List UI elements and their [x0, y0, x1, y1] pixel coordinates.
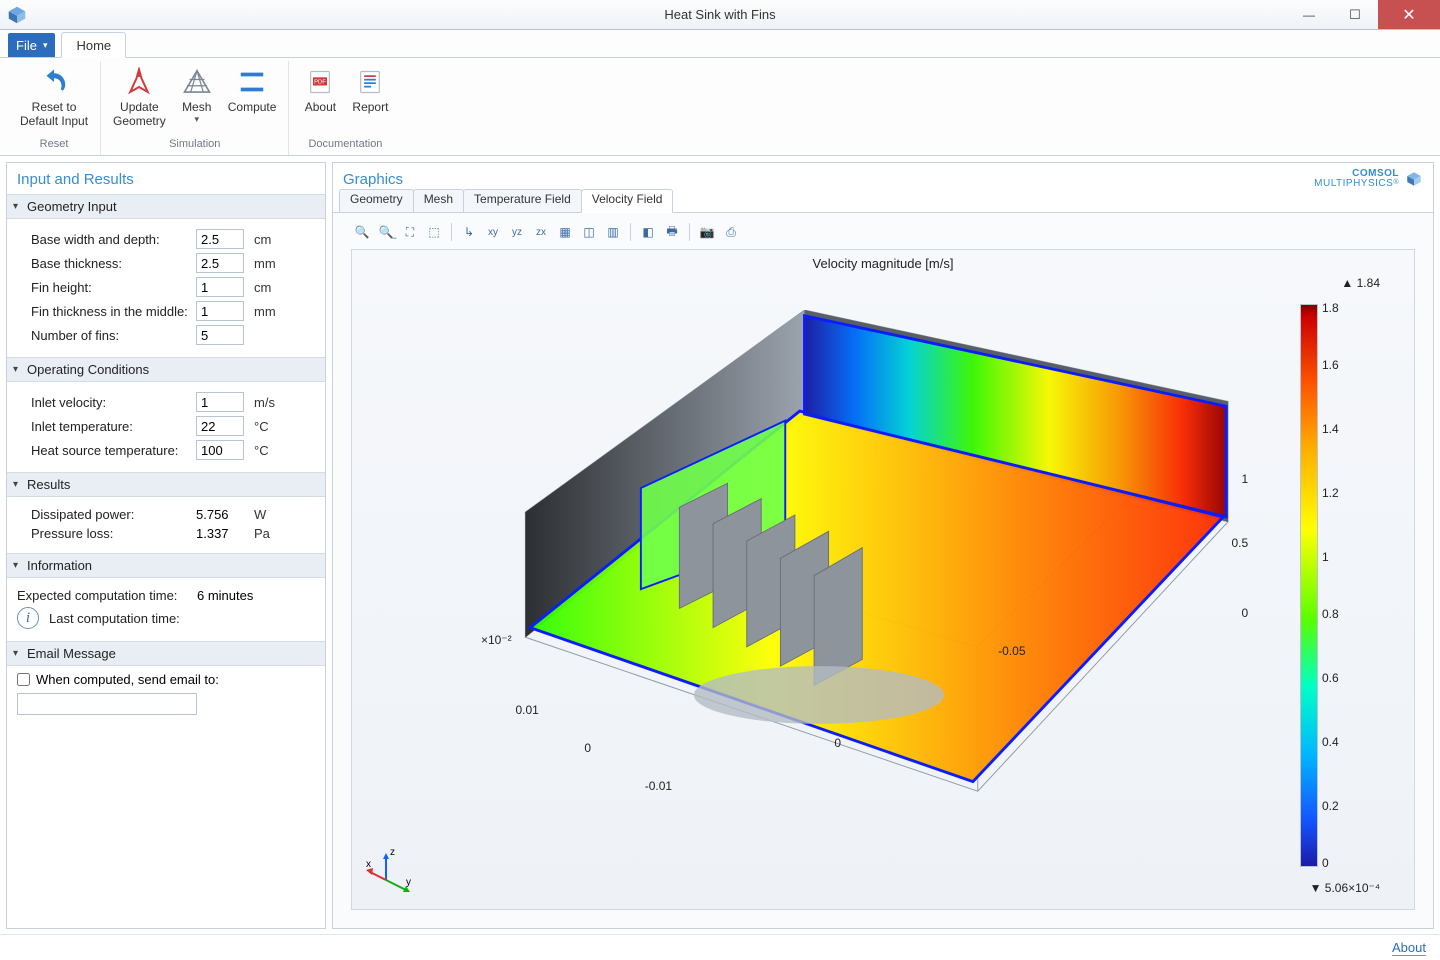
snapshot-icon[interactable]: 📷	[696, 221, 718, 243]
tab-mesh[interactable]: Mesh	[413, 189, 464, 213]
number-of-fins-input[interactable]	[196, 325, 244, 345]
mesh-icon	[180, 65, 214, 99]
maximize-button[interactable]: ☐	[1332, 0, 1378, 29]
left-panel-title: Input and Results	[7, 163, 325, 194]
file-menu[interactable]: File	[8, 33, 55, 57]
report-button[interactable]: Report	[345, 61, 395, 115]
zoom-extents-icon[interactable]: ⬚	[423, 221, 445, 243]
dissipated-power-value: 5.756	[196, 507, 244, 522]
axis-triad-icon: z y x	[366, 845, 416, 895]
wireframe-icon[interactable]: ▥	[602, 221, 624, 243]
section-operating-conditions[interactable]: ▾Operating Conditions	[7, 357, 325, 382]
compass-icon	[122, 65, 156, 99]
compute-button[interactable]: Compute	[222, 61, 283, 115]
zoom-in-icon[interactable]: 🔍	[351, 221, 373, 243]
graphics-toolbar: 🔍 🔍− ⛶ ⬚ ↳ xy yz zx ▦ ◫ ▥ ◧ 🖶 📷 ⎙	[351, 221, 742, 243]
about-link[interactable]: About	[1392, 940, 1426, 956]
chevron-down-icon: ▾	[194, 114, 199, 125]
compute-icon	[235, 65, 269, 99]
section-email[interactable]: ▾Email Message	[7, 641, 325, 666]
fin-thickness-input[interactable]	[196, 301, 244, 321]
select-icon[interactable]: ◧	[637, 221, 659, 243]
xy-view-icon[interactable]: xy	[482, 221, 504, 243]
svg-text:x: x	[366, 859, 371, 870]
svg-text:y: y	[406, 877, 411, 888]
mesh-button[interactable]: Mesh ▾	[172, 61, 222, 125]
scene-light-icon[interactable]: ▦	[554, 221, 576, 243]
input-results-panel: Input and Results ▾Geometry Input Base w…	[6, 162, 326, 929]
tab-geometry[interactable]: Geometry	[339, 189, 414, 213]
base-thickness-input[interactable]	[196, 253, 244, 273]
section-geometry-input[interactable]: ▾Geometry Input	[7, 194, 325, 219]
zoom-box-icon[interactable]: ⛶	[399, 221, 421, 243]
tab-temperature-field[interactable]: Temperature Field	[463, 189, 582, 213]
print-icon[interactable]: 🖶	[661, 221, 683, 243]
window-title: Heat Sink with Fins	[0, 7, 1440, 22]
inlet-temperature-input[interactable]	[196, 416, 244, 436]
tab-home[interactable]: Home	[61, 32, 126, 58]
about-button[interactable]: PDF About	[295, 61, 345, 115]
transparency-icon[interactable]: ◫	[578, 221, 600, 243]
undo-icon	[37, 65, 71, 99]
inlet-velocity-input[interactable]	[196, 392, 244, 412]
email-address-input[interactable]	[17, 693, 197, 715]
plot-area[interactable]: Velocity magnitude [m/s]	[351, 249, 1415, 910]
plot-title: Velocity magnitude [m/s]	[352, 256, 1414, 271]
base-width-depth-input[interactable]	[196, 229, 244, 249]
reset-to-default-button[interactable]: Reset to Default Input	[14, 61, 94, 129]
comsol-brand: COMSOL MULTIPHYSICS®	[1314, 169, 1423, 189]
pressure-loss-value: 1.337	[196, 526, 244, 541]
send-email-checkbox[interactable]	[17, 673, 30, 686]
pdf-icon: PDF	[303, 65, 337, 99]
section-information[interactable]: ▾Information	[7, 553, 325, 578]
zoom-out-icon[interactable]: 🔍−	[375, 221, 397, 243]
svg-text:z: z	[390, 847, 395, 858]
graphics-panel: Graphics COMSOL MULTIPHYSICS® Geometry M…	[332, 162, 1434, 929]
graphics-title: Graphics	[343, 171, 1314, 188]
minimize-button[interactable]: —	[1286, 0, 1332, 29]
report-icon	[353, 65, 387, 99]
colorbar: ▲ 1.84 ▼ 5.06×10⁻⁴ 0 0.2 0.4 0.6 0.8 1 1…	[1300, 296, 1380, 875]
yz-view-icon[interactable]: yz	[506, 221, 528, 243]
export-icon[interactable]: ⎙	[720, 221, 742, 243]
expected-time-value: 6 minutes	[197, 588, 253, 603]
update-geometry-button[interactable]: Update Geometry	[107, 61, 172, 129]
svg-text:PDF: PDF	[315, 80, 327, 86]
default-view-icon[interactable]: ↳	[458, 221, 480, 243]
heat-source-temperature-input[interactable]	[196, 440, 244, 460]
zx-view-icon[interactable]: zx	[530, 221, 552, 243]
close-button[interactable]: ✕	[1378, 0, 1440, 29]
ribbon: Reset to Default Input Reset Update Geom…	[0, 58, 1440, 156]
render-3d-scene[interactable]: ×10⁻² 0.01 0 -0.01 0 -0.05 0 0.5 1	[412, 310, 1274, 849]
fin-height-input[interactable]	[196, 277, 244, 297]
app-icon	[6, 4, 28, 26]
tab-velocity-field[interactable]: Velocity Field	[581, 189, 674, 213]
info-icon: i	[17, 607, 39, 629]
section-results[interactable]: ▾Results	[7, 472, 325, 497]
